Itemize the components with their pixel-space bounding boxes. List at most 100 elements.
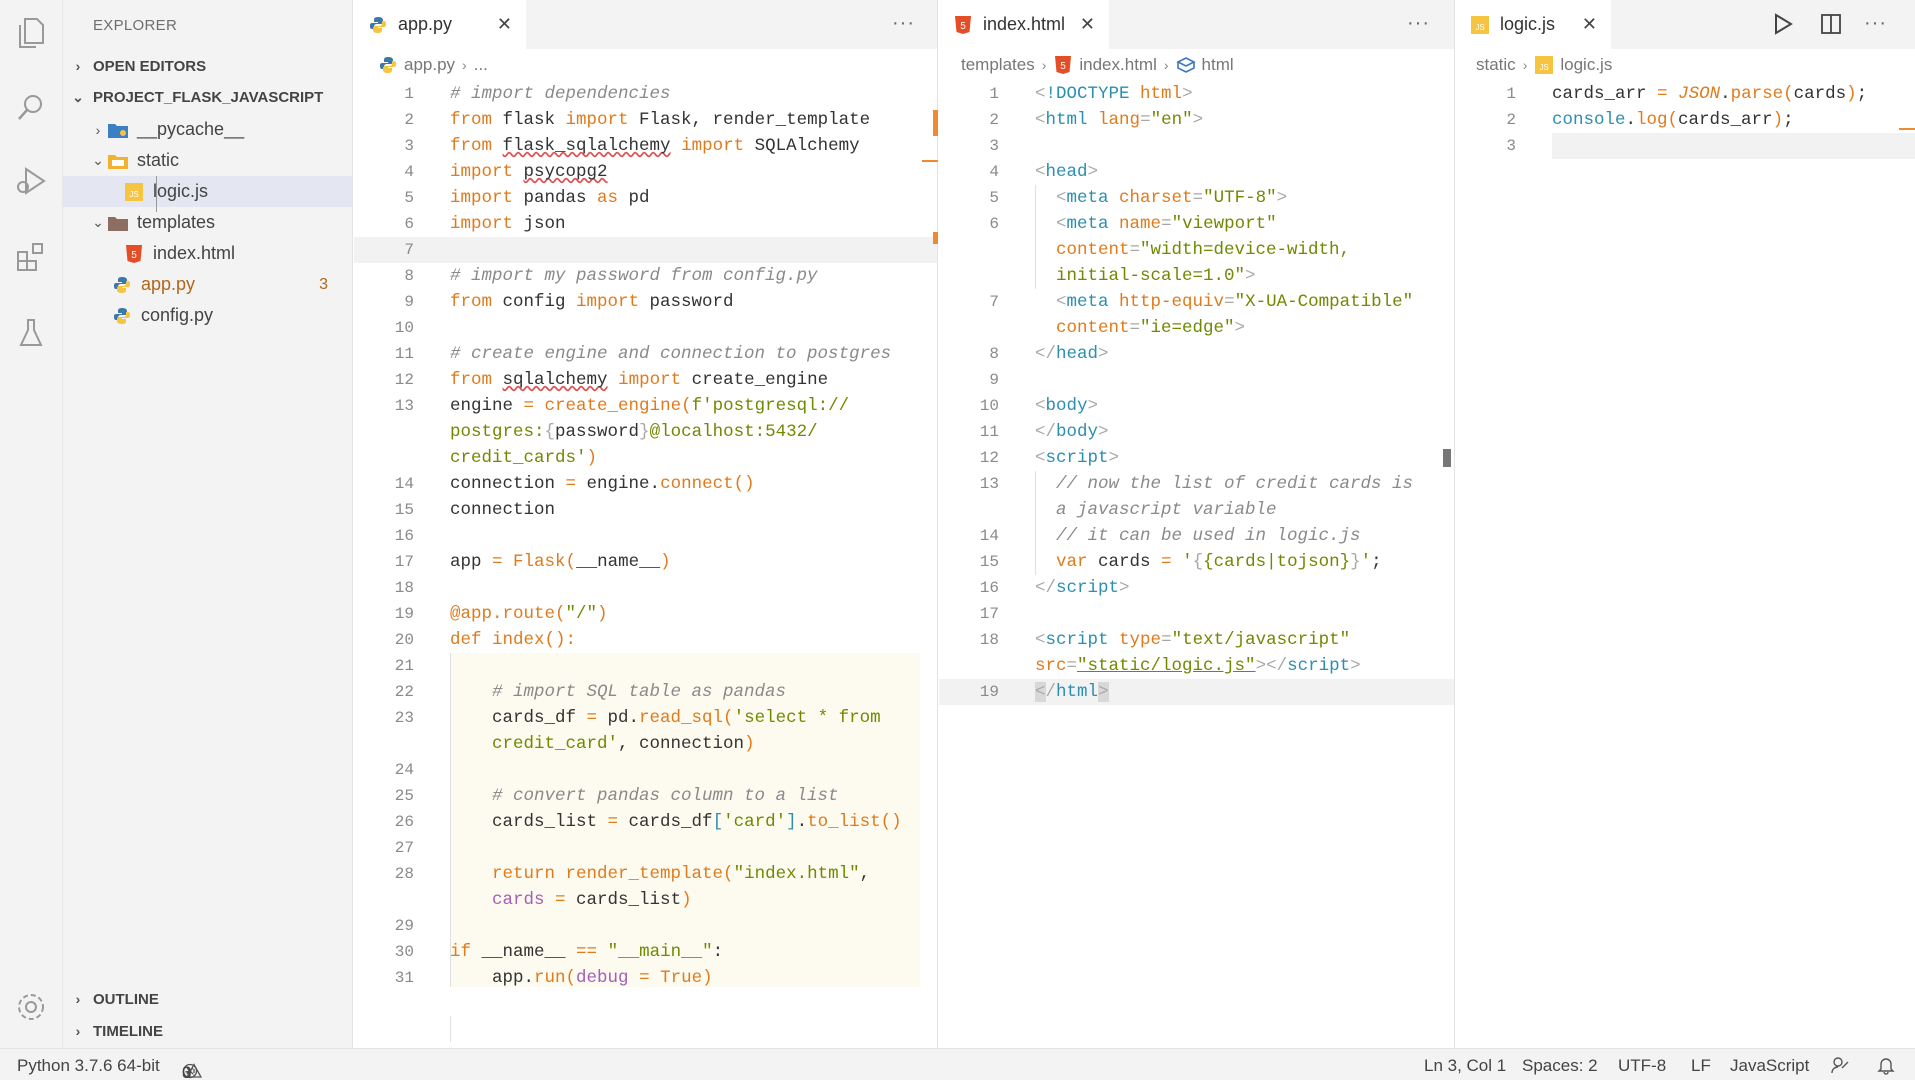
encoding[interactable]: UTF-8	[1618, 1056, 1666, 1076]
python-file-icon	[111, 305, 133, 327]
close-icon[interactable]: ✕	[1080, 14, 1095, 35]
tab-label: logic.js	[1500, 14, 1556, 34]
tree-item-index-html[interactable]: 5 index.html	[63, 238, 352, 269]
explorer-sidebar: EXPLORER › OPEN EDITORS ⌄ PROJECT_FLASK_…	[63, 0, 353, 1048]
breadcrumb-symbol[interactable]: html	[1202, 55, 1234, 75]
tree-item-label: logic.js	[153, 181, 209, 201]
breadcrumb-rest[interactable]: ...	[474, 55, 488, 75]
timeline-section[interactable]: › TIMELINE	[63, 1017, 352, 1045]
indentation[interactable]: Spaces: 2	[1522, 1056, 1598, 1076]
chevron-right-icon: ›	[462, 57, 467, 73]
chevron-right-icon: ›	[95, 121, 101, 138]
python-interpreter[interactable]: Python 3.7.6 64-bit	[17, 1056, 160, 1076]
javascript-file-icon: JS	[123, 181, 145, 203]
breadcrumb-folder[interactable]: static	[1476, 55, 1516, 75]
tree-item-app-py[interactable]: app.py 3	[63, 269, 352, 300]
indent-guide	[450, 1016, 451, 1042]
overview-ruler-marker	[933, 110, 938, 136]
breadcrumb-file[interactable]: app.py	[404, 55, 455, 75]
chevron-right-icon: ›	[75, 58, 81, 74]
svg-text:5: 5	[960, 21, 966, 32]
tab-bar: JS logic.js ✕ ···	[1456, 0, 1915, 49]
tree-item-label: static	[137, 150, 180, 170]
run-debug-icon[interactable]	[10, 160, 52, 202]
split-editor-icon[interactable]	[1820, 13, 1842, 40]
tree-item-templates[interactable]: ⌄ templates	[63, 207, 352, 238]
tree-item-config-py[interactable]: config.py	[63, 300, 352, 331]
warning-count: 3	[182, 1063, 192, 1080]
overview-ruler-marker	[933, 232, 938, 244]
close-icon[interactable]: ✕	[497, 14, 512, 35]
tree-item-label: config.py	[141, 305, 214, 325]
chevron-right-icon: ›	[1522, 57, 1528, 73]
extensions-icon[interactable]	[10, 236, 52, 278]
testing-flask-icon[interactable]	[10, 312, 52, 354]
overview-ruler-marker	[1443, 449, 1451, 467]
status-bar: Python 3.7.6 64-bit 0 3 Ln 3, Col 1 Spac…	[0, 1048, 1915, 1080]
activity-bar	[0, 0, 63, 1048]
cursor-position[interactable]: Ln 3, Col 1	[1424, 1056, 1506, 1076]
close-icon[interactable]: ✕	[1582, 14, 1597, 35]
search-icon[interactable]	[10, 86, 52, 128]
html-file-icon: 5	[1053, 55, 1073, 75]
notifications-bell-icon[interactable]	[1876, 1055, 1896, 1080]
tree-item-logic-js[interactable]: JS logic.js	[63, 176, 352, 207]
tab-label: app.py	[398, 14, 453, 34]
outline-section[interactable]: › OUTLINE	[63, 985, 352, 1013]
feedback-icon[interactable]	[1830, 1055, 1850, 1080]
end-of-line[interactable]: LF	[1691, 1056, 1711, 1076]
svg-text:JS: JS	[1475, 23, 1484, 32]
tree-item-static[interactable]: ⌄ static	[63, 145, 352, 176]
tree-item-label: __pycache__	[137, 119, 245, 139]
breadcrumb: templates › 5 index.html › html	[961, 52, 1234, 78]
overview-ruler-marker	[922, 160, 938, 162]
python-file-icon	[378, 55, 398, 75]
settings-gear-icon[interactable]	[10, 986, 52, 1028]
open-editors-label: OPEN EDITORS	[93, 57, 207, 75]
more-actions-icon[interactable]: ···	[892, 12, 915, 35]
tree-item-label: app.py	[141, 274, 196, 294]
overview-ruler-marker	[1899, 128, 1915, 130]
tree-item-label: index.html	[153, 243, 236, 263]
tab-bar: 5 index.html ✕ ···	[939, 0, 1454, 49]
javascript-file-icon: JS	[1470, 15, 1490, 35]
explorer-icon[interactable]	[10, 12, 52, 54]
symbol-element-icon	[1175, 55, 1196, 75]
language-mode[interactable]: JavaScript	[1730, 1056, 1809, 1076]
editor-group-index-html: 5 index.html ✕ ··· templates › 5 index.h…	[939, 0, 1455, 1048]
project-label: PROJECT_FLASK_JAVASCRIPT	[93, 88, 324, 106]
breadcrumb-file[interactable]: index.html	[1079, 55, 1156, 75]
chevron-right-icon: ›	[1163, 57, 1169, 73]
problems-count-badge: 3	[319, 275, 328, 293]
editor-group-logic-js: JS logic.js ✕ ··· static › JS logic.js 1…	[1456, 0, 1915, 1048]
tab-index-html[interactable]: 5 index.html ✕	[939, 0, 1109, 49]
breadcrumb-folder[interactable]: templates	[961, 55, 1035, 75]
timeline-label: TIMELINE	[93, 1022, 163, 1040]
folder-icon	[107, 212, 129, 234]
chevron-right-icon: ›	[75, 991, 81, 1007]
python-file-icon	[111, 274, 133, 296]
breadcrumb: app.py › ...	[378, 52, 488, 78]
chevron-right-icon: ›	[1041, 57, 1047, 73]
tab-bar: app.py ✕ ···	[354, 0, 937, 49]
tab-logic-js[interactable]: JS logic.js ✕	[1456, 0, 1611, 49]
more-actions-icon[interactable]: ···	[1864, 12, 1887, 35]
run-code-icon[interactable]	[1772, 12, 1794, 41]
open-editors-section[interactable]: › OPEN EDITORS	[63, 52, 352, 80]
breadcrumb: static › JS logic.js	[1476, 52, 1612, 78]
chevron-down-icon: ⌄	[72, 88, 84, 105]
folder-icon	[107, 150, 129, 172]
javascript-file-icon: JS	[1534, 55, 1554, 75]
chevron-down-icon: ⌄	[92, 152, 104, 168]
html-file-icon: 5	[123, 243, 145, 265]
tree-item-pycache[interactable]: › __pycache__	[63, 114, 352, 145]
chevron-down-icon: ⌄	[92, 214, 104, 230]
html-file-icon: 5	[953, 15, 973, 35]
editor-group-app-py: app.py ✕ ··· app.py › ... 1 # import depe…	[354, 0, 938, 1048]
more-actions-icon[interactable]: ···	[1407, 12, 1430, 35]
explorer-title: EXPLORER	[93, 17, 178, 34]
project-section[interactable]: ⌄ PROJECT_FLASK_JAVASCRIPT	[63, 83, 352, 111]
breadcrumb-file[interactable]: logic.js	[1560, 55, 1612, 75]
tab-app-py[interactable]: app.py ✕	[354, 0, 526, 49]
outline-label: OUTLINE	[93, 990, 159, 1008]
